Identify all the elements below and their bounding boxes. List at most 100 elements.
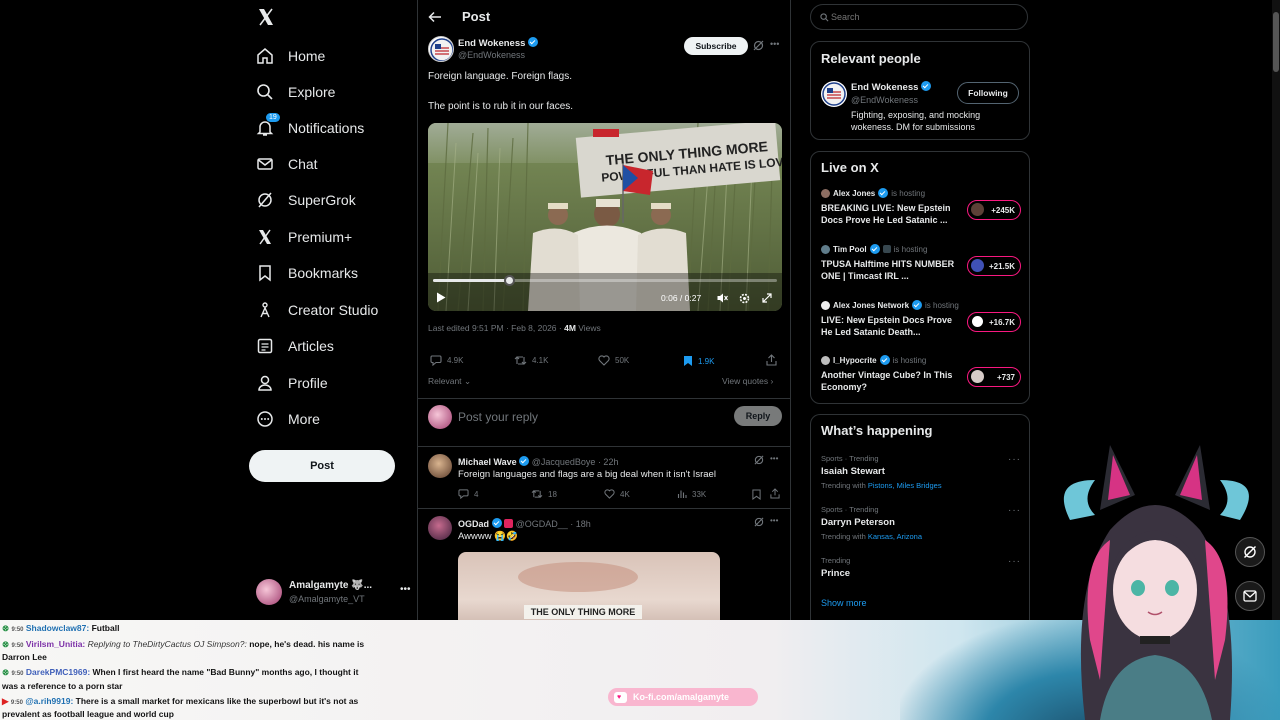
reply-tweet[interactable]: OGDad @OGDAD__ · 18h ••• Awwww 😭🤣 THE ON… (418, 509, 790, 620)
trend-more-icon[interactable]: ··· (1008, 556, 1021, 567)
grok-icon (256, 191, 274, 209)
following-button[interactable]: Following (957, 82, 1019, 104)
back-arrow-icon[interactable] (428, 10, 442, 24)
mute-icon[interactable] (717, 293, 728, 303)
author-handle[interactable]: @EndWokeness (458, 50, 525, 60)
post-text-line1: Foreign language. Foreign flags. (428, 71, 572, 82)
nav-item-notifications[interactable]: 19 Notifications (256, 112, 364, 144)
reply-handle[interactable]: @JacquedBoye (532, 457, 596, 467)
video-scrubber[interactable] (433, 275, 777, 286)
post-more-icon[interactable]: ••• (770, 39, 779, 49)
search-box[interactable] (810, 4, 1028, 30)
subscribe-button[interactable]: Subscribe (684, 37, 748, 55)
grok-icon[interactable] (754, 517, 764, 527)
post-meta: Last edited 9:51 PM · Feb 8, 2026 · 4M V… (428, 323, 601, 333)
live-listeners-pill[interactable]: +21.5K (967, 256, 1021, 276)
author-name[interactable]: End Wokeness (458, 37, 539, 49)
repost-action[interactable]: 4.1K (514, 355, 548, 366)
trend-item[interactable]: Sports · Trending Darryn Peterson Trendi… (821, 505, 1021, 541)
reply-input[interactable]: Post your reply (458, 410, 658, 424)
reply-time[interactable]: · 18h (570, 519, 591, 529)
nav-item-bookmarks[interactable]: Bookmarks (256, 257, 358, 289)
views-action[interactable]: 33K (677, 489, 706, 499)
reply-icon (458, 489, 469, 499)
live-item[interactable]: Alex Jones is hosting BREAKING LIVE: New … (821, 188, 1021, 226)
live-listeners-pill[interactable]: +16.7K (967, 312, 1021, 332)
reply-icon (430, 355, 442, 366)
account-switcher[interactable]: Amalgamyte 🐺... @Amalgamyte_VT ••• (256, 578, 416, 606)
avatar[interactable] (428, 454, 452, 478)
left-sidebar: Home Explore 19 Notifications Chat Super… (248, 0, 418, 620)
like-action[interactable]: 50K (598, 355, 629, 366)
trend-item[interactable]: Trending Prince ··· (821, 556, 1021, 579)
bookmark-action[interactable]: 1.9K (683, 355, 714, 367)
reply-button[interactable]: Reply (734, 406, 782, 426)
nav-item-premium[interactable]: Premium+ (256, 221, 352, 253)
chat-time: 9:50 (11, 671, 24, 677)
author-name-text: End Wokeness (458, 38, 526, 49)
nav-item-home[interactable]: Home (256, 40, 325, 72)
post-button[interactable]: Post (249, 450, 395, 482)
bookmark-icon[interactable] (752, 489, 761, 500)
kofi-banner[interactable]: ♥ Ko-fi.com/amalgamyte (608, 688, 758, 706)
grok-icon[interactable] (754, 455, 764, 465)
reply-author[interactable]: Michael Wave (458, 457, 517, 467)
nav-item-more[interactable]: More (256, 403, 320, 435)
play-icon[interactable] (436, 292, 446, 303)
share-icon[interactable] (770, 488, 780, 499)
person-handle[interactable]: @EndWokeness (851, 95, 918, 105)
live-item[interactable]: Tim Pool is hosting TPUSA Halftime HITS N… (821, 244, 1021, 282)
show-more-link[interactable]: Show more (821, 598, 867, 608)
reply-action[interactable]: 4 (458, 489, 478, 499)
reply-more-icon[interactable]: ••• (770, 454, 778, 463)
live-item[interactable]: Alex Jones Network is hosting LIVE: New E… (821, 300, 1021, 338)
settings-icon[interactable] (739, 293, 750, 304)
view-quotes-link[interactable]: View quotes › (722, 376, 773, 386)
live-listeners-pill[interactable]: +737 (967, 367, 1021, 387)
fullscreen-icon[interactable] (762, 293, 772, 303)
reply-action[interactable]: 4.9K (430, 355, 463, 366)
live-item[interactable]: I_Hypocrite is hosting Another Vintage Cu… (821, 355, 1021, 393)
nav-item-creator-studio[interactable]: Creator Studio (256, 294, 378, 326)
trend-more-icon[interactable]: ··· (1008, 505, 1021, 516)
trend-more-icon[interactable]: ··· (1008, 454, 1021, 465)
nav-item-chat[interactable]: Chat (256, 148, 318, 180)
repost-action[interactable]: 18 (531, 489, 557, 499)
notification-badge: 19 (266, 113, 280, 122)
scrollbar-thumb[interactable] (1273, 12, 1279, 72)
creator-studio-icon (256, 301, 274, 319)
x-logo-icon[interactable] (258, 8, 274, 26)
scrollbar[interactable] (1272, 0, 1280, 620)
trend-item[interactable]: Sports · Trending Isaiah Stewart Trendin… (821, 454, 1021, 490)
reply-time[interactable]: · 22h (598, 457, 619, 467)
video-scrubber-handle[interactable] (503, 275, 515, 286)
reply-more-icon[interactable]: ••• (770, 516, 778, 525)
host-avatar (821, 300, 830, 310)
trend-with-links[interactable]: Pistons, Miles Bridges (868, 481, 942, 490)
reply-handle[interactable]: @OGDAD__ (516, 519, 568, 529)
nav-item-profile[interactable]: Profile (256, 367, 328, 399)
person-name[interactable]: End Wokeness (851, 81, 932, 93)
trend-with: Trending with Kansas, Arizona (821, 532, 1021, 541)
author-avatar[interactable] (428, 36, 454, 62)
search-input[interactable] (831, 10, 1011, 24)
account-name: Amalgamyte 🐺... (289, 580, 373, 591)
more-dots-icon[interactable]: ••• (400, 584, 411, 595)
trend-with-links[interactable]: Kansas, Arizona (868, 532, 922, 541)
nav-item-articles[interactable]: Articles (256, 330, 334, 362)
video-player[interactable]: THE ONLY THING MORE POWERFUL THAN HATE I… (428, 123, 782, 311)
avatar[interactable] (428, 516, 452, 540)
nav-item-supergrok[interactable]: SuperGrok (256, 184, 356, 216)
reply-author[interactable]: OGDad (458, 519, 489, 529)
person-avatar[interactable] (821, 81, 847, 107)
sort-relevant-dropdown[interactable]: Relevant ⌄ (428, 376, 471, 387)
chat-text: Futball (91, 623, 120, 633)
x-premium-icon (256, 228, 274, 246)
reply-image[interactable]: THE ONLY THING MORE (458, 552, 720, 620)
reply-tweet[interactable]: Michael Wave @JacquedBoye · 22h ••• Fore… (418, 447, 790, 507)
grok-icon[interactable] (753, 40, 764, 51)
nav-item-explore[interactable]: Explore (256, 76, 335, 108)
like-action[interactable]: 4K (604, 489, 630, 499)
share-icon[interactable] (766, 354, 777, 366)
live-listeners-pill[interactable]: +245K (967, 200, 1021, 220)
